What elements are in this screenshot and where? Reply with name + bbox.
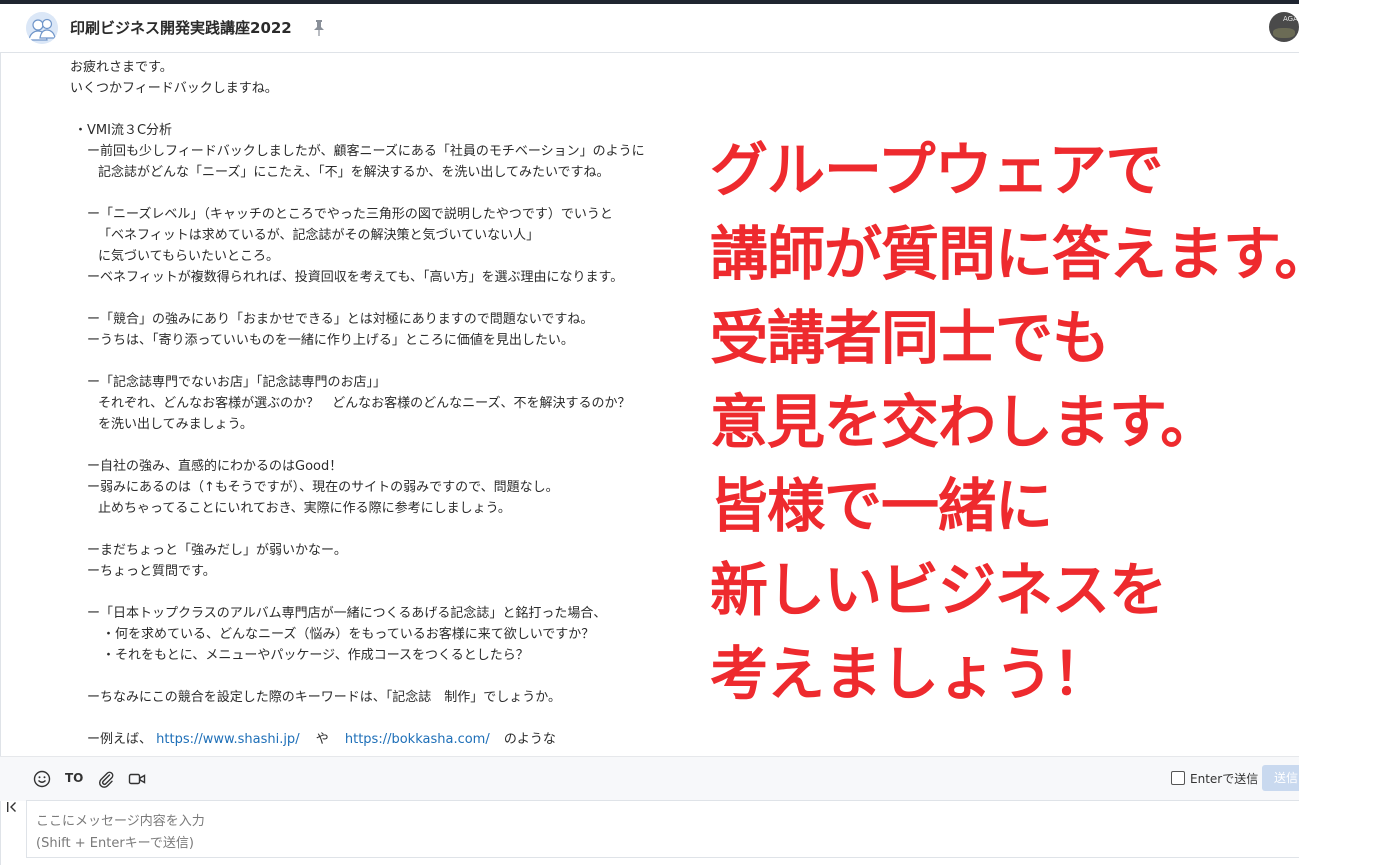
message-input[interactable]: ここにメッセージ内容を入力 (Shift + Enterキーで送信) xyxy=(26,800,1299,858)
message-line: 「ベネフィットは求めているが、記念誌がその解決策と気づいていない人」 xyxy=(98,228,540,243)
enter-to-send-label: Enterで送信 xyxy=(1190,772,1259,786)
room-title: 印刷ビジネス開発実践講座2022 xyxy=(70,19,292,37)
to-button[interactable]: TO xyxy=(65,771,83,785)
message-line: ・それをもとに、メニューやパッケージ、作成コースをつくるとしたら？ xyxy=(102,648,529,663)
message-line: ーベネフィットが複数得られれば、投資回収を考えても、「高い方」を選ぶ理由になりま… xyxy=(87,270,624,285)
avatar-text: AGAI xyxy=(1283,15,1299,23)
input-placeholder-hint: (Shift + Enterキーで送信) xyxy=(36,836,194,851)
message-line: ー自社の強み、直感的にわかるのはGood！ xyxy=(87,459,343,474)
message-line: ー「ニーズレベル」（キャッチのところでやった三角形の図で説明したやつです）でいう… xyxy=(87,207,613,222)
attachment-icon[interactable] xyxy=(97,770,115,788)
overlay-line: 考えましょう！ xyxy=(710,640,1110,708)
emoji-icon[interactable] xyxy=(33,770,51,788)
example-prefix: ー例えば、 xyxy=(87,732,153,747)
message-line: お疲れさまです。 xyxy=(70,60,173,75)
message-line: に気づいてもらいたいところ。 xyxy=(98,249,279,264)
overlay-line: 意見を交わします。 xyxy=(710,388,1218,456)
message-line: それぞれ、どんなお客様が選ぶのか？ どんなお客様のどんなニーズ、不を解決するのか… xyxy=(98,396,631,411)
link-shashi[interactable]: https://www.shashi.jp/ xyxy=(156,732,299,747)
message-line: 止めちゃってることにいれておき、実際に作る際に参考にしましょう。 xyxy=(98,501,511,516)
overlay-line: グループウェアで xyxy=(710,136,1164,204)
overlay-line: 新しいビジネスを xyxy=(710,556,1167,624)
message-line: ・何を求めている、どんなニーズ（悩み）をもっているお客様に来て欲しいですか？ xyxy=(102,627,595,642)
message-line: ー前回も少しフィードバックしましたが、顧客ニーズにある「社員のモチベーション」の… xyxy=(87,144,645,159)
user-avatar[interactable]: AGAI xyxy=(1269,12,1299,42)
link-bokkasha[interactable]: https://bokkasha.com/ xyxy=(345,732,490,747)
message-line-links: ー例えば、 https://www.shashi.jp/ や https://b… xyxy=(87,731,556,749)
example-middle: や xyxy=(315,732,329,747)
send-button[interactable]: 送信 xyxy=(1262,765,1299,791)
message-line: ーまだちょっと「強みだし」が弱いかなー。 xyxy=(87,543,347,558)
avatar-image xyxy=(1273,28,1295,38)
message-line: ー弱みにあるのは（↑もそうですが）、現在のサイトの弱みですので、問題なし。 xyxy=(87,480,559,495)
video-call-icon[interactable] xyxy=(128,770,146,788)
pin-icon[interactable] xyxy=(311,19,327,37)
message-line: 記念誌がどんな「ニーズ」にこたえ、「不」を解決するか、を洗い出してみたいですね。 xyxy=(98,165,610,180)
message-line: を洗い出してみましょう。 xyxy=(98,417,253,432)
overlay-line: 皆様で一緒に xyxy=(710,472,1053,540)
example-suffix: のような xyxy=(503,732,556,747)
message-line: いくつかフィードバックしますね。 xyxy=(70,81,278,96)
overlay-line: 講師が質問に答えます。 xyxy=(710,220,1332,288)
message-line: ー「記念誌専門でないお店」「記念誌専門のお店」」 xyxy=(87,375,387,390)
message-line: ーうちは、「寄り添っていいものを一緒に作り上げる」ところに価値を見出したい。 xyxy=(87,333,574,348)
overlay-line: 受講者同士でも xyxy=(710,304,1110,372)
promo-overlay-text: グループウェアで 講師が質問に答えます。 受講者同士でも 意見を交わします。 皆… xyxy=(710,128,1332,716)
collapse-icon[interactable] xyxy=(5,800,19,814)
group-icon xyxy=(26,12,58,44)
room-avatar[interactable] xyxy=(26,12,58,44)
enter-to-send-checkbox[interactable] xyxy=(1171,771,1185,785)
room-header: 印刷ビジネス開発実践講座2022 AGAI xyxy=(0,4,1299,53)
message-line: ・VMI流３C分析 xyxy=(74,123,173,138)
input-placeholder: ここにメッセージ内容を入力 xyxy=(36,814,205,829)
composer-toolbar: TO Enterで送信 送信 xyxy=(0,756,1299,801)
message-line: ーちなみにこの競合を設定した際のキーワードは、「記念誌 制作」でしょうか。 xyxy=(87,690,561,705)
message-line: ー「日本トップクラスのアルバム専門店が一緒につくるあげる記念誌」と銘打った場合、 xyxy=(87,606,607,621)
message-line: ー「競合」の強みにあり「おまかせできる」とは対極にありますので問題ないですね。 xyxy=(87,312,594,327)
message-line: ーちょっと質問です。 xyxy=(87,564,216,579)
